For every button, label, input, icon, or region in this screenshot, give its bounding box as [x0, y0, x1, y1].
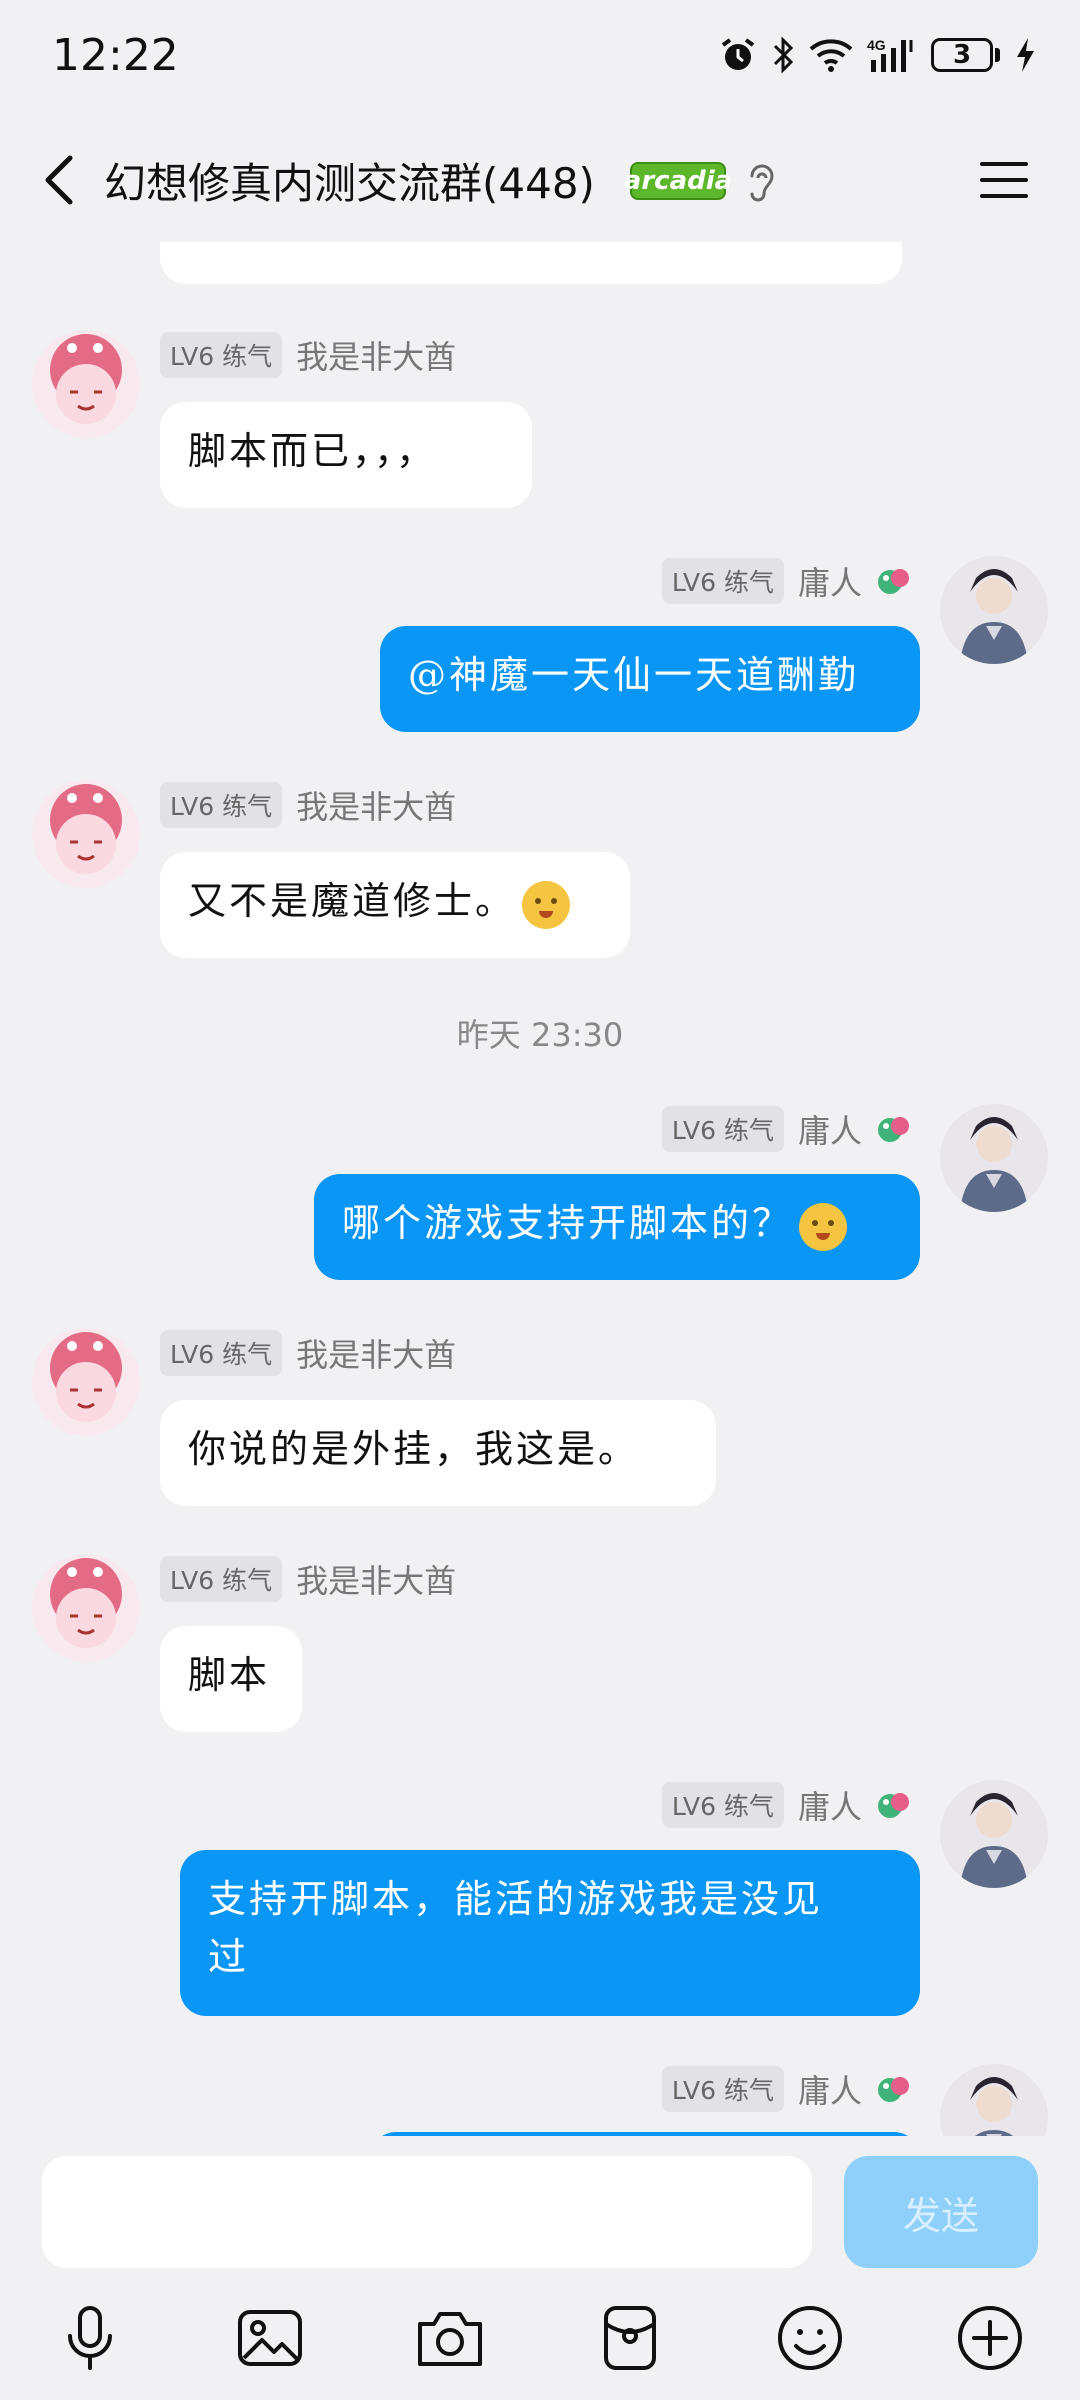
sender-name[interactable]: 庸人	[798, 1782, 862, 1828]
avatar[interactable]	[940, 2064, 1048, 2136]
sender-meta: LV6 练气 庸人	[661, 2066, 914, 2112]
battery-level: 3	[931, 38, 993, 72]
plus-icon[interactable]	[954, 2302, 1026, 2374]
microphone-icon[interactable]	[54, 2302, 126, 2374]
image-icon[interactable]	[234, 2302, 306, 2374]
pink-character-avatar-icon	[32, 780, 140, 888]
level-badge: LV6 练气	[160, 1330, 283, 1376]
shy-face-emoji-icon	[799, 1202, 848, 1251]
message-bubble[interactable]: 支持开脚本，能活的游戏我是没见 过	[180, 1850, 920, 2016]
sender-meta: LV6 练气 庸人	[661, 1106, 914, 1152]
status-bar: 12:22 4G 3	[0, 0, 1080, 118]
message-text-line: 过	[208, 1935, 250, 1979]
time-separator: 昨天 23:30	[456, 1016, 624, 1054]
message-text: 脚本而已，，，	[188, 429, 438, 473]
level-badge: LV6 练气	[661, 558, 784, 604]
level-badge: LV6 练气	[160, 782, 283, 828]
avatar[interactable]	[940, 1104, 1048, 1212]
dragon-title-icon	[878, 1793, 909, 1818]
input-bar: 发送	[0, 2136, 1080, 2400]
emoji-icon[interactable]	[774, 2302, 846, 2374]
dragon-title-icon	[878, 569, 909, 594]
sender-name[interactable]: 我是非大酋	[296, 782, 456, 828]
message-bubble[interactable]: 你说的是外挂，我这是。	[160, 1400, 716, 1506]
svg-text:4G: 4G	[867, 37, 886, 53]
avatar[interactable]	[32, 1554, 140, 1662]
sender-meta: LV6 练气 庸人	[661, 1782, 914, 1828]
message-bubble[interactable]: 脚本	[160, 1626, 302, 1732]
level-badge: LV6 练气	[160, 332, 283, 378]
sender-meta: LV6 练气 我是非大酋	[160, 782, 456, 828]
sender-meta: LV6 练气 我是非大酋	[160, 1330, 456, 1376]
message-text: 你说的是外挂，我这是。	[188, 1427, 640, 1471]
sender-meta: LV6 练气 我是非大酋	[160, 332, 456, 378]
level-badge: LV6 练气	[661, 1106, 784, 1152]
avatar[interactable]	[940, 1780, 1048, 1888]
red-packet-icon[interactable]	[594, 2302, 666, 2374]
message-text: 又不是魔道修士。	[188, 879, 517, 923]
input-toolbar	[0, 2302, 1080, 2382]
male-character-avatar-icon	[940, 2064, 1048, 2136]
menu-icon[interactable]	[976, 152, 1032, 208]
pink-character-avatar-icon	[32, 1554, 140, 1662]
message-text: @神魔一天仙一天道酬勤	[408, 653, 860, 697]
back-arrow-icon[interactable]	[32, 148, 92, 212]
sender-name[interactable]: 我是非大酋	[296, 1330, 456, 1376]
ear-icon[interactable]	[742, 158, 782, 206]
sender-name[interactable]: 庸人	[798, 1106, 862, 1152]
charging-icon	[1017, 38, 1034, 72]
level-badge: LV6 练气	[661, 1782, 784, 1828]
message-bubble[interactable]: 脚本而已，，，	[160, 402, 532, 508]
arcadia-badge: arcadia	[624, 162, 732, 200]
level-badge: LV6 练气	[661, 2066, 784, 2112]
avatar[interactable]	[940, 556, 1048, 664]
battery-icon: 3	[931, 38, 1000, 72]
avatar[interactable]	[32, 780, 140, 888]
message-bubble[interactable]: 哪个游戏支持开脚本的？	[314, 1174, 920, 1280]
avatar[interactable]	[32, 1328, 140, 1436]
group-title[interactable]: 幻想修真内测交流群(448)	[104, 150, 595, 211]
4g-signal-icon: 4G	[867, 37, 913, 72]
message-text: 哪个游戏支持开脚本的？	[342, 1201, 794, 1245]
pink-character-avatar-icon	[32, 1328, 140, 1436]
hand-over-mouth-emoji-icon	[522, 880, 571, 929]
dragon-title-icon	[878, 2077, 909, 2102]
send-button[interactable]: 发送	[844, 2156, 1038, 2268]
level-badge: LV6 练气	[160, 1556, 283, 1602]
message-text: 脚本	[188, 1653, 271, 1697]
message-text-line: 支持开脚本，能活的游戏我是没见	[208, 1877, 824, 1921]
sender-name[interactable]: 我是非大酋	[296, 1556, 456, 1602]
pink-character-avatar-icon	[32, 330, 140, 438]
message-bubble-partial[interactable]	[160, 242, 902, 284]
wifi-icon	[809, 39, 853, 72]
message-list[interactable]: LV6 练气 我是非大酋 脚本而已，，， LV6 练气 庸人 @神魔一天仙一天道…	[0, 242, 1080, 2136]
avatar[interactable]	[32, 330, 140, 438]
chat-header: 幻想修真内测交流群(448) arcadia	[0, 118, 1080, 242]
sender-name[interactable]: 庸人	[798, 558, 862, 604]
message-input[interactable]	[42, 2156, 812, 2268]
message-bubble[interactable]: @神魔一天仙一天道酬勤	[380, 626, 920, 732]
dragon-title-icon	[878, 1117, 909, 1142]
status-icons: 4G 3	[719, 30, 1036, 80]
status-time: 12:22	[52, 30, 179, 81]
bluetooth-icon	[773, 36, 794, 74]
male-character-avatar-icon	[940, 1104, 1048, 1212]
sender-meta: LV6 练气 我是非大酋	[160, 1556, 456, 1602]
male-character-avatar-icon	[940, 556, 1048, 664]
sender-meta: LV6 练气 庸人	[661, 558, 914, 604]
sender-name[interactable]: 庸人	[798, 2066, 862, 2112]
sender-name[interactable]: 我是非大酋	[296, 332, 456, 378]
alarm-icon	[721, 38, 755, 70]
camera-icon[interactable]	[414, 2302, 486, 2374]
male-character-avatar-icon	[940, 1780, 1048, 1888]
message-bubble[interactable]: 又不是魔道修士。	[160, 852, 630, 958]
